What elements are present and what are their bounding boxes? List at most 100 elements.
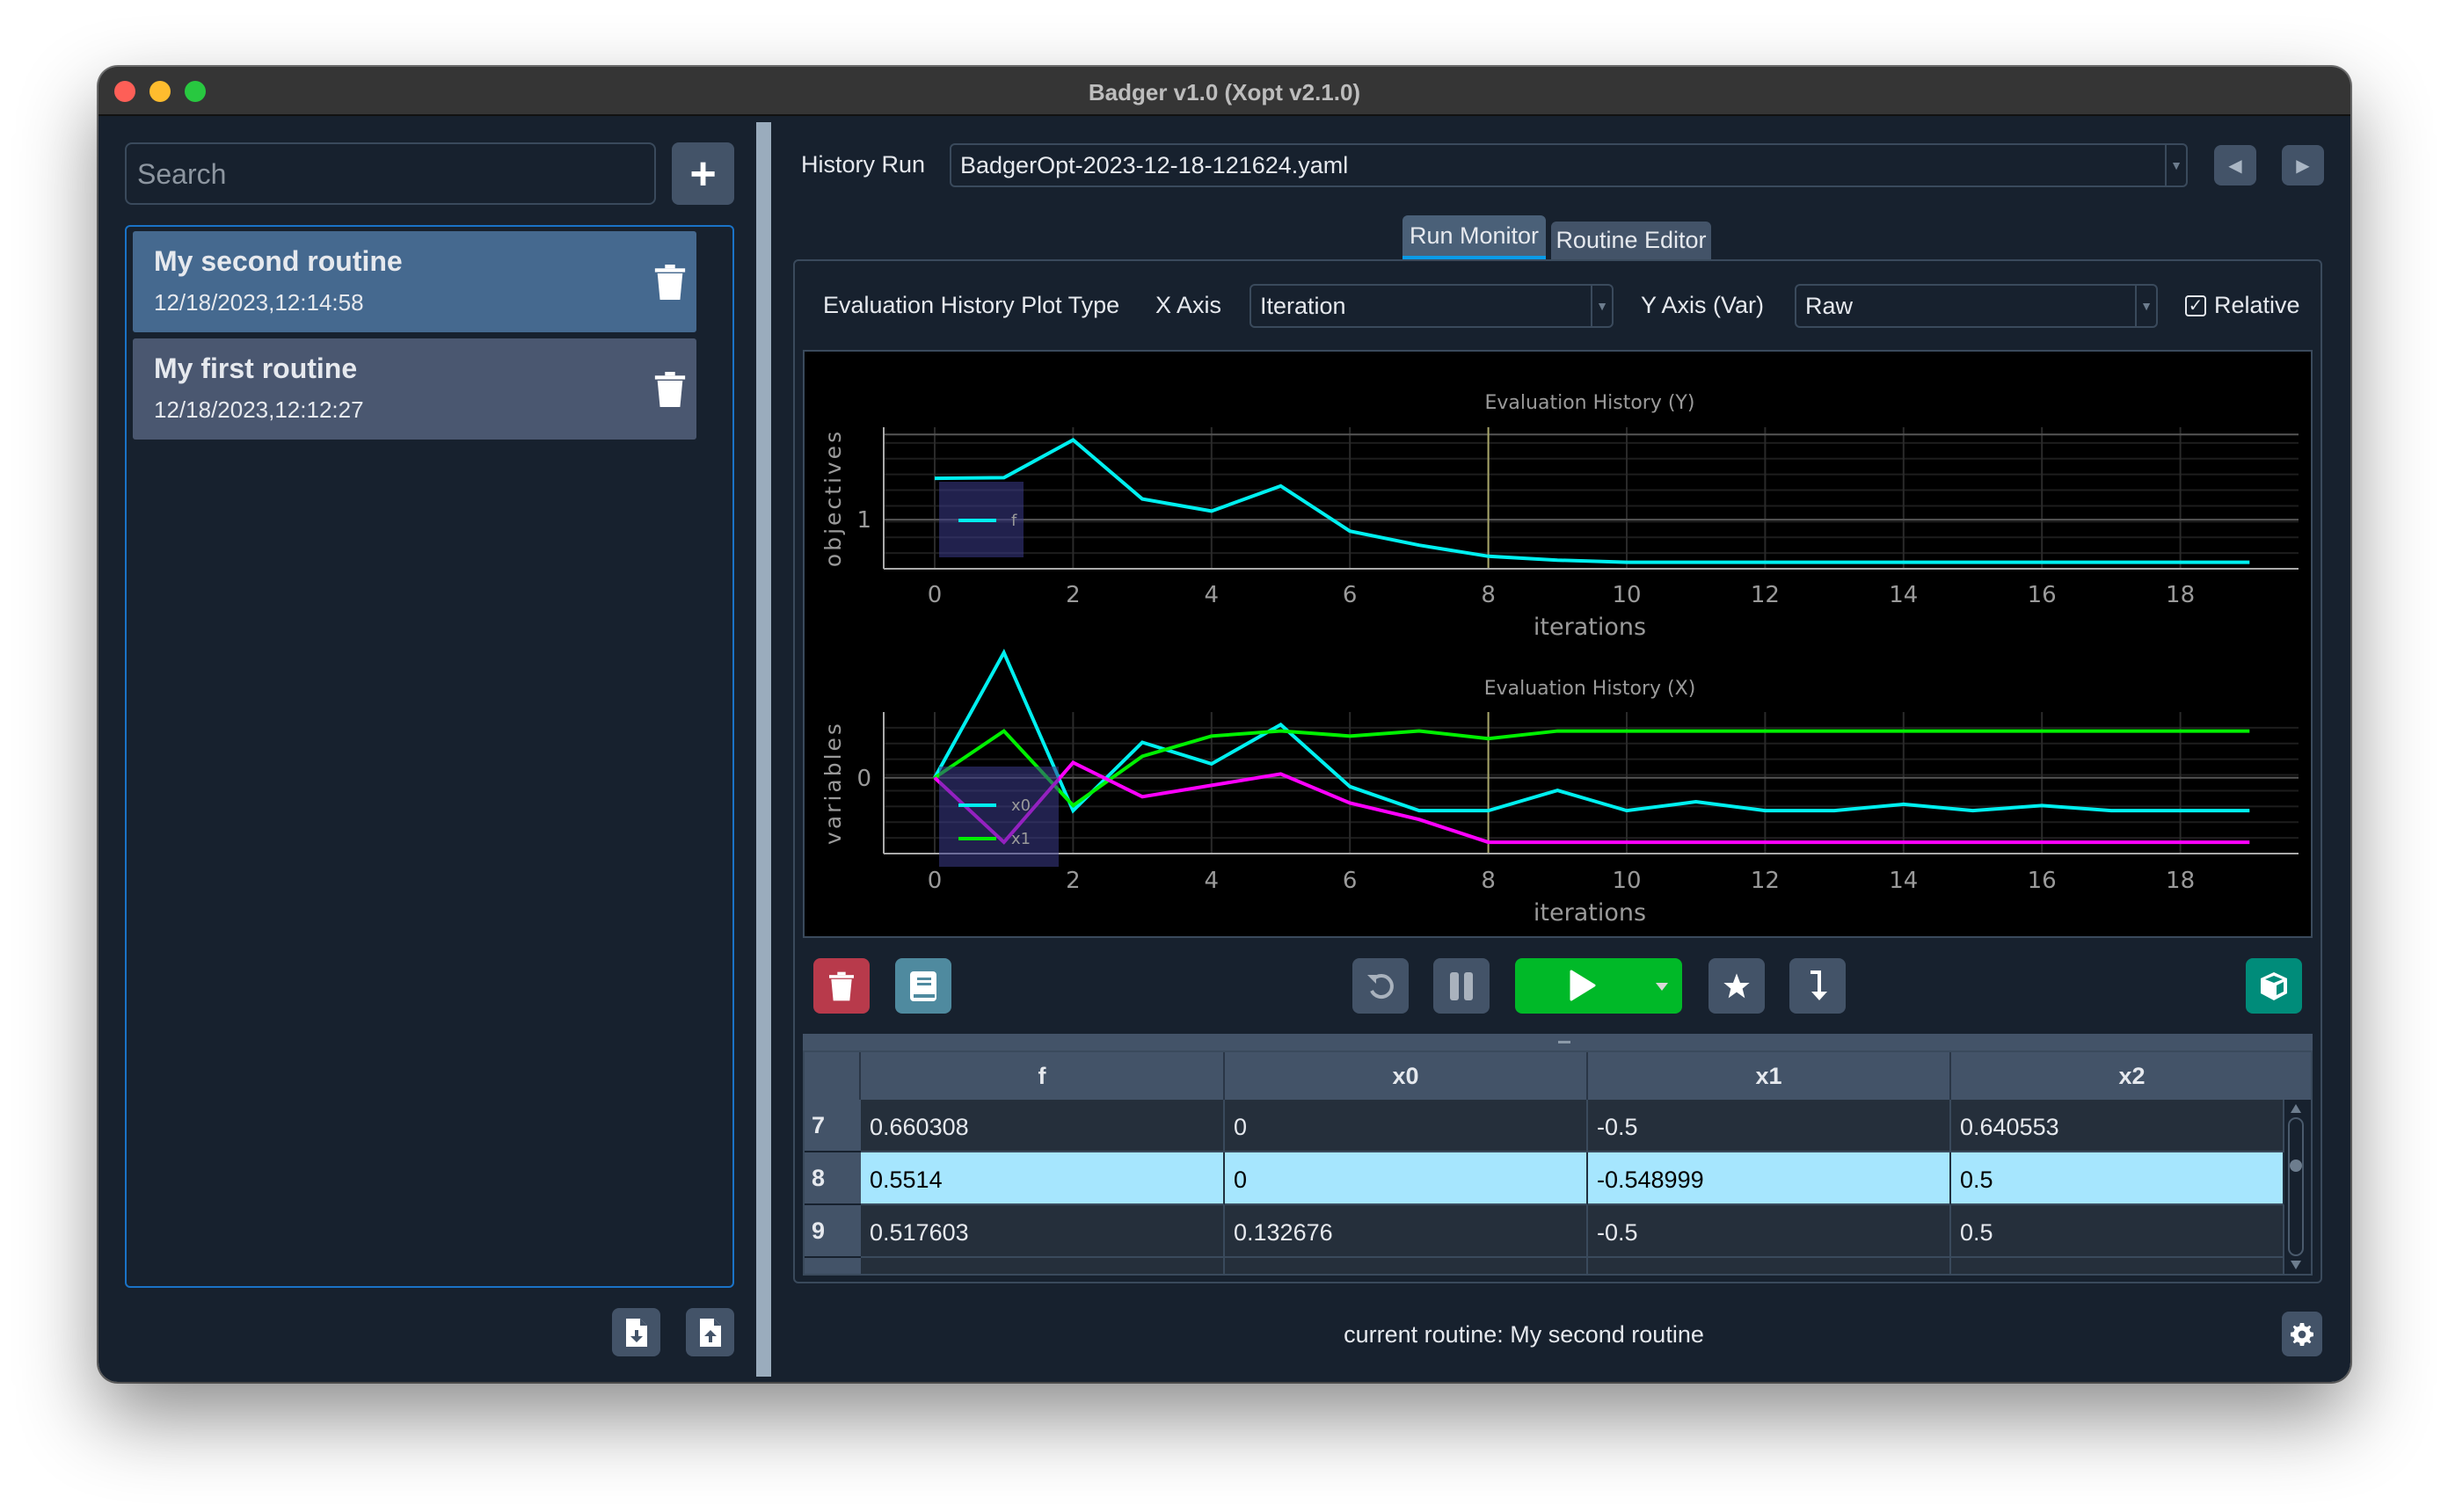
legend-label: x0 [1011,796,1031,815]
favorite-button[interactable] [1708,958,1765,1014]
table-scrollbar[interactable] [2284,1099,2308,1275]
delete-run-button[interactable] [813,958,870,1014]
table-corner [805,1052,861,1100]
column-header[interactable]: x0 [1225,1052,1588,1100]
table-cell[interactable]: 0 [1225,1258,1588,1274]
routine-item[interactable]: My first routine 12/18/2023,12:12:27 [133,338,696,440]
app-window: Badger v1.0 (Xopt v2.1.0) Search + My se… [98,67,2350,1382]
table-cell[interactable]: -0.5 [1588,1100,1951,1152]
row-header[interactable]: 7 [805,1100,861,1152]
chevron-down-icon: ▼ [2165,145,2186,185]
x-tick-label: 12 [1751,582,1780,608]
panel-splitter[interactable] [756,122,771,1377]
trash-icon[interactable] [654,265,686,300]
table-cell[interactable]: 0.5514 [861,1152,1225,1205]
x-tick-label: 16 [2028,868,2057,894]
legend-label: f [1011,512,1017,530]
plus-icon: + [689,148,717,200]
next-run-button[interactable]: ▶ [2282,145,2324,185]
status-text: current routine: My second routine [1344,1321,1704,1348]
y-tick-label: 0 [856,766,871,792]
prev-run-button[interactable]: ◀ [2214,145,2256,185]
add-routine-button[interactable]: + [672,142,734,205]
x-axis-label: iterations [1534,614,1646,641]
x-tick-label: 4 [1205,868,1220,894]
routine-name: My first routine [154,353,358,384]
y-tick-label: 1 [856,507,871,534]
legend-label: x1 [1011,830,1031,848]
series-line-x1 [933,728,2250,809]
history-run-label: History Run [801,151,926,178]
x-tick-label: 12 [1751,868,1780,894]
x-tick-label: 18 [2166,582,2195,608]
y-axis-select[interactable]: Raw ▼ [1795,284,2158,328]
trash-icon [829,971,854,1000]
trash-icon[interactable] [654,372,686,407]
table-splitter-handle[interactable] [803,1034,2313,1050]
x-tick-label: 6 [1343,582,1358,608]
x-axis-label: X Axis [1155,292,1222,318]
table-cell[interactable]: 0.5 [1951,1152,2284,1205]
x-tick-label: 10 [1612,582,1641,608]
x-tick-label: 0 [928,582,943,608]
tab-run-monitor[interactable]: Run Monitor [1402,215,1546,261]
x-tick-label: 2 [1066,868,1081,894]
row-header[interactable]: 9 [805,1205,861,1258]
table-cell[interactable]: 0.132676 [1225,1205,1588,1258]
jump-to-optimum-button[interactable] [1789,958,1846,1014]
pause-icon [1450,971,1473,1000]
column-header[interactable]: f [861,1052,1225,1100]
table-cell[interactable]: -0.548999 [1588,1152,1951,1205]
caret-right-icon: ▶ [2296,156,2310,176]
chevron-down-icon: ▼ [2135,286,2156,326]
play-icon [1570,970,1596,1001]
evaluation-table: f x0 x1 x2 7 0.660308 0 -0.5 0.640553 8 0.5514… [803,1050,2313,1276]
book-icon [910,970,936,1001]
relative-checkbox[interactable]: ✓ [2185,295,2206,316]
table-cell[interactable]: -0.5 [1588,1205,1951,1258]
x-tick-label: 16 [2028,582,2057,608]
table-cell[interactable]: 0.5 [1951,1258,2284,1274]
table-cell[interactable]: 0.5 [1951,1205,2284,1258]
y-axis-label: objectives [820,429,846,567]
table-cell[interactable]: -0.5 [1588,1258,1951,1274]
table-cell[interactable]: 0.660308 [861,1100,1225,1152]
table-cell[interactable]: 0.517603 [861,1205,1225,1258]
routine-name: My second routine [154,245,403,277]
caret-left-icon: ◀ [2228,156,2242,176]
table-cell[interactable]: 0.5 [861,1258,1225,1274]
x-axis-value: Iteration [1260,292,1346,319]
evaluation-history-charts: 10 2 4 6 8 10 12 14 16 18Evaluation History (Y)it… [820,392,2299,927]
column-header[interactable]: x1 [1588,1052,1951,1100]
history-run-select[interactable]: BadgerOpt-2023-12-18-121624.yaml ▼ [950,143,2188,187]
x-tick-label: 18 [2166,868,2195,894]
history-run-value: BadgerOpt-2023-12-18-121624.yaml [960,151,1349,178]
table-cell[interactable]: 0 [1225,1152,1588,1205]
environment-button[interactable] [2246,958,2302,1014]
search-input[interactable]: Search [125,142,656,205]
y-axis-label: variables [820,721,846,845]
relative-label: Relative [2214,292,2300,318]
x-tick-label: 10 [1612,868,1641,894]
pause-button[interactable] [1433,958,1490,1014]
routine-timestamp: 12/18/2023,12:12:27 [154,396,364,423]
x-tick-label: 8 [1481,582,1496,608]
plot-type-label: Evaluation History Plot Type [823,292,1120,318]
evaluation-plot-area[interactable]: 1 0 2 4 6 8 10 12 14 16 18 Evaluation History (Y) it… [803,350,2313,938]
cube-icon [2261,971,2287,1000]
run-button[interactable] [1515,958,1682,1014]
routine-item[interactable]: My second routine 12/18/2023,12:14:58 [133,231,696,332]
star-icon [1723,972,1750,998]
caret-down-icon[interactable] [1656,983,1668,991]
logbook-button[interactable] [895,958,951,1014]
x-tick-label: 6 [1343,868,1358,894]
settings-button[interactable] [2282,1312,2322,1356]
reset-button[interactable] [1352,958,1409,1014]
table-cell[interactable]: 0.640553 [1951,1100,2284,1152]
table-cell[interactable]: 0 [1225,1100,1588,1152]
column-header[interactable]: x2 [1951,1052,2311,1100]
tab-routine-editor[interactable]: Routine Editor [1551,222,1711,259]
row-header[interactable]: 8 [805,1152,861,1205]
row-header[interactable]: 10 [805,1258,861,1274]
x-axis-select[interactable]: Iteration ▼ [1250,284,1614,328]
